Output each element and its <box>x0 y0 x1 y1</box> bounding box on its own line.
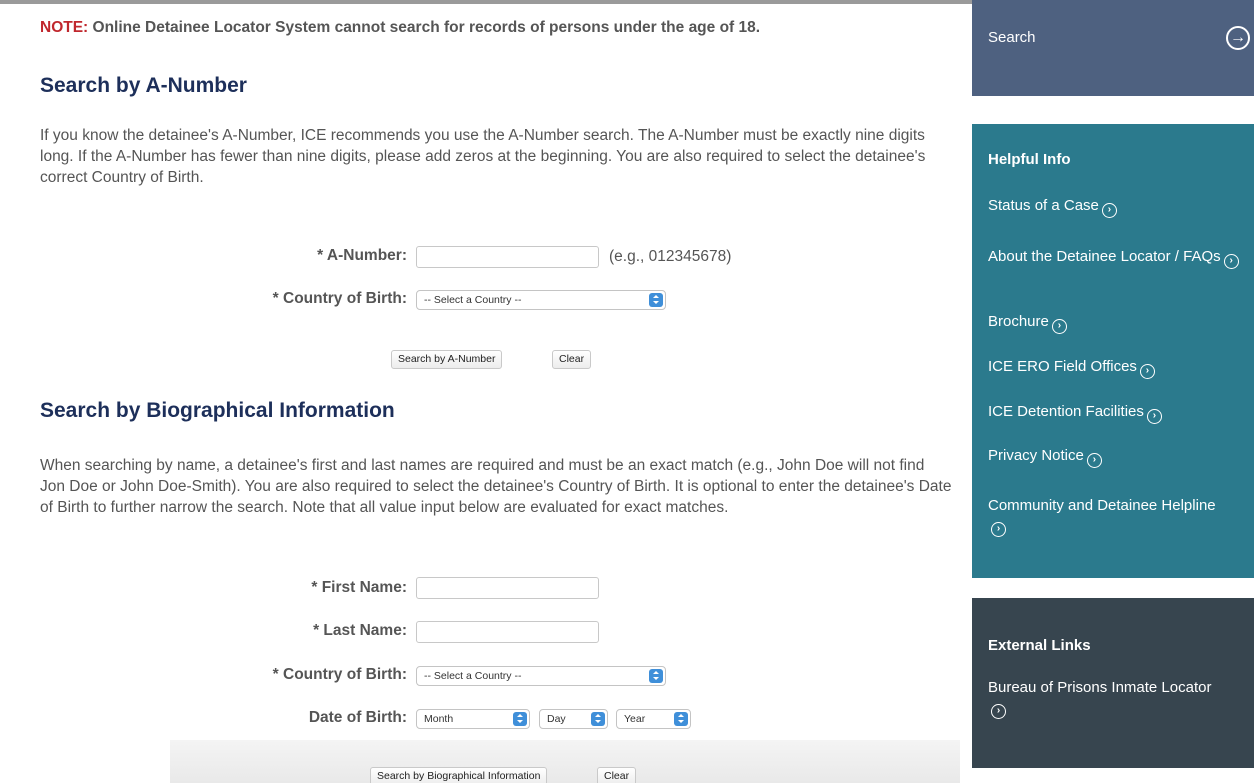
dob-day-value: Day <box>547 713 566 725</box>
dob-label: Date of Birth: <box>308 709 407 726</box>
circle-arrow-right-icon: › <box>1139 364 1155 379</box>
circle-arrow-right-icon: › <box>1223 254 1239 269</box>
circle-arrow-right-icon: › <box>1101 203 1117 218</box>
select-arrows-icon <box>649 669 663 683</box>
link-label: Status of a Case <box>988 197 1099 214</box>
note-prefix: NOTE: <box>40 19 89 36</box>
anumber-country-label: * Country of Birth: <box>272 290 407 307</box>
first-name-input[interactable] <box>416 577 599 599</box>
link-bop-inmate-locator[interactable]: Bureau of Prisons Inmate Locator › <box>988 678 1218 719</box>
select-arrows-icon <box>591 712 605 726</box>
sidebar-search-box[interactable]: Search → <box>972 0 1254 96</box>
circle-arrow-right-icon: › <box>991 522 1006 537</box>
dob-month-value: Month <box>424 713 454 725</box>
last-name-label: * Last Name: <box>313 622 407 639</box>
select-arrows-icon <box>674 712 688 726</box>
helpful-info-panel: Helpful Info Status of a Case › About the… <box>972 124 1254 578</box>
circle-arrow-right-icon[interactable]: → <box>1226 26 1250 50</box>
note-text: Online Detainee Locator System cannot se… <box>88 19 761 36</box>
link-label: About the Detainee Locator / FAQs <box>988 248 1221 265</box>
sidebar-search-label: Search <box>988 29 1036 46</box>
link-community-helpline[interactable]: Community and Detainee Helpline › <box>988 496 1218 537</box>
first-name-label: * First Name: <box>311 579 407 596</box>
external-links-panel: External Links Bureau of Prisons Inmate … <box>972 598 1254 768</box>
search-by-bio-button[interactable]: Search by Biographical Information <box>370 767 548 783</box>
link-detention-facilities[interactable]: ICE Detention Facilities › <box>988 402 1248 424</box>
search-by-anumber-button[interactable]: Search by A-Number <box>391 350 503 369</box>
anumber-description: If you know the detainee's A-Number, ICE… <box>40 127 926 186</box>
age-note: NOTE: Online Detainee Locator System can… <box>40 18 952 38</box>
link-label: ICE Detention Facilities <box>988 403 1144 420</box>
anumber-heading: Search by A-Number <box>40 74 247 97</box>
select-arrows-icon <box>513 712 527 726</box>
link-label: Privacy Notice <box>988 447 1084 464</box>
anumber-label: * A-Number: <box>317 247 407 264</box>
link-label: ICE ERO Field Offices <box>988 358 1137 375</box>
sidebar: Search → Helpful Info Status of a Case › … <box>972 0 1254 783</box>
link-ero-field-offices[interactable]: ICE ERO Field Offices › <box>988 357 1248 379</box>
link-label: Community and Detainee Helpline <box>988 497 1216 514</box>
main-content: NOTE: Online Detainee Locator System can… <box>40 18 952 516</box>
dob-day-select[interactable]: Day <box>539 709 608 729</box>
bio-clear-button[interactable]: Clear <box>597 767 637 783</box>
circle-arrow-right-icon: › <box>1086 453 1102 468</box>
anumber-country-select[interactable]: -- Select a Country -- <box>416 290 666 310</box>
dob-month-select[interactable]: Month <box>416 709 530 729</box>
bio-heading: Search by Biographical Information <box>40 399 395 422</box>
link-label: Brochure <box>988 313 1049 330</box>
link-status-of-case[interactable]: Status of a Case › <box>988 196 1248 218</box>
link-privacy-notice[interactable]: Privacy Notice › <box>988 446 1248 468</box>
link-about-detainee-locator[interactable]: About the Detainee Locator / FAQs › <box>988 247 1248 269</box>
link-brochure[interactable]: Brochure › <box>988 312 1248 334</box>
dob-year-select[interactable]: Year <box>616 709 691 729</box>
link-label: Bureau of Prisons Inmate Locator <box>988 679 1212 696</box>
anumber-input[interactable] <box>416 246 599 268</box>
select-arrows-icon <box>649 293 663 307</box>
anumber-clear-button[interactable]: Clear <box>552 350 592 369</box>
last-name-input[interactable] <box>416 621 599 643</box>
dob-year-value: Year <box>624 713 646 725</box>
external-links-heading: External Links <box>988 637 1091 654</box>
circle-arrow-right-icon: › <box>1051 319 1067 334</box>
bio-country-label: * Country of Birth: <box>272 666 407 683</box>
button-bar-background <box>170 740 960 783</box>
anumber-hint: (e.g., 012345678) <box>609 248 732 265</box>
bio-description: When searching by name, a detainee's fir… <box>40 457 952 516</box>
circle-arrow-right-icon: › <box>991 704 1006 719</box>
bio-country-value: -- Select a Country -- <box>424 670 522 682</box>
bio-country-select[interactable]: -- Select a Country -- <box>416 666 666 686</box>
circle-arrow-right-icon: › <box>1146 409 1162 424</box>
helpful-info-heading: Helpful Info <box>988 151 1071 168</box>
anumber-country-value: -- Select a Country -- <box>424 294 522 306</box>
